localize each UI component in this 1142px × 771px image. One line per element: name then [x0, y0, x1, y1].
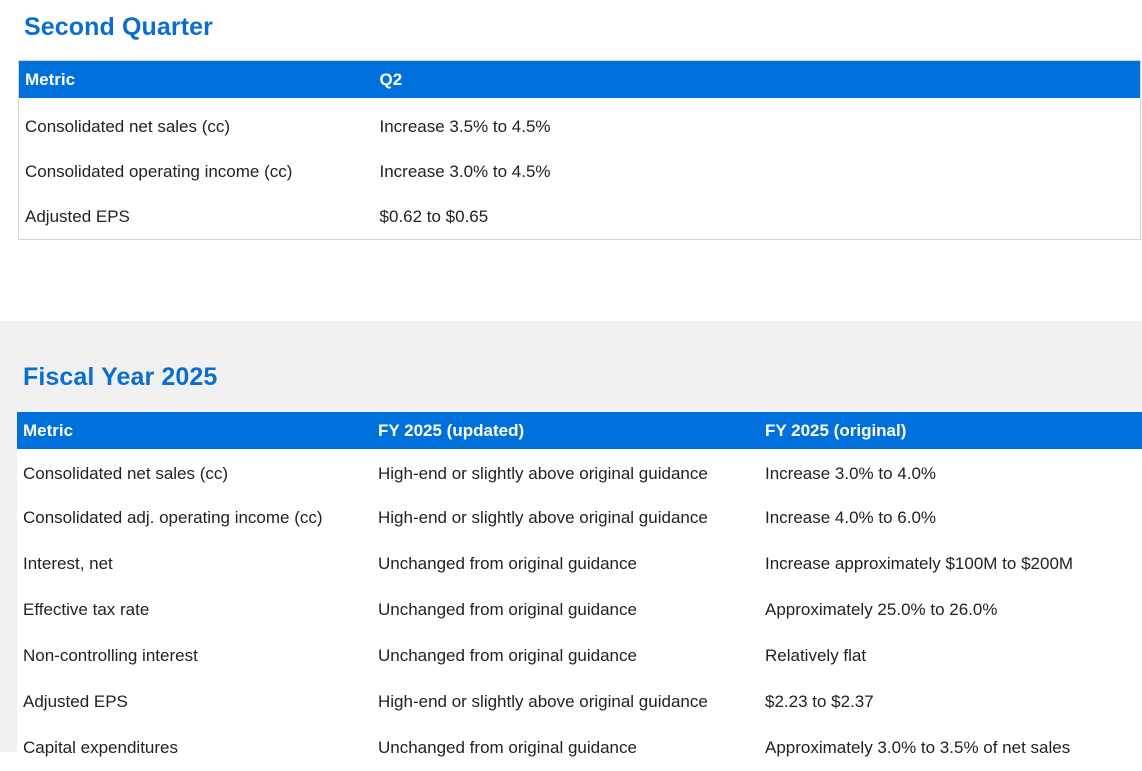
table-header-row: Metric Q2 — [18, 60, 1141, 98]
updated-cell: Unchanged from original guidance — [378, 554, 637, 573]
metric-cell: Effective tax rate — [23, 600, 150, 619]
updated-cell: High-end or slightly above original guid… — [378, 508, 708, 527]
table-row: Capital expenditures Unchanged from orig… — [17, 725, 1142, 771]
table-row: Consolidated adj. operating income (cc) … — [17, 495, 1142, 541]
metric-cell: Consolidated operating income (cc) — [25, 161, 293, 181]
original-cell: Increase approximately $100M to $200M — [765, 554, 1074, 573]
column-header-metric: Metric — [18, 60, 374, 98]
metric-cell: Consolidated net sales (cc) — [25, 116, 231, 136]
table-header-row: Metric FY 2025 (updated) FY 2025 (origin… — [17, 412, 1142, 449]
fiscal-year-table: Metric FY 2025 (updated) FY 2025 (origin… — [17, 412, 1142, 771]
metric-cell: Adjusted EPS — [25, 206, 130, 226]
column-header-fy-updated: FY 2025 (updated) — [372, 412, 759, 449]
updated-cell: High-end or slightly above original guid… — [378, 464, 708, 483]
second-quarter-section: Second Quarter Metric Q2 Consolidated ne… — [0, 0, 1142, 321]
updated-cell: Unchanged from original guidance — [378, 646, 637, 665]
column-header-q2: Q2 — [373, 60, 1141, 98]
original-cell: Approximately 25.0% to 26.0% — [765, 600, 998, 619]
value-cell: Increase 3.5% to 4.5% — [379, 116, 551, 136]
original-cell: Increase 3.0% to 4.0% — [765, 464, 937, 483]
second-quarter-heading: Second Quarter — [24, 13, 213, 41]
metric-cell: Capital expenditures — [23, 738, 178, 757]
fiscal-year-section: Fiscal Year 2025 Metric FY 2025 (updated… — [0, 321, 1142, 771]
second-quarter-table: Metric Q2 Consolidated net sales (cc) In… — [18, 60, 1141, 240]
table-row: Adjusted EPS $0.62 to $0.65 — [19, 194, 1141, 240]
column-header-fy-original: FY 2025 (original) — [759, 412, 1142, 449]
metric-cell: Adjusted EPS — [23, 692, 128, 711]
table-row: Consolidated operating income (cc) Incre… — [19, 149, 1141, 194]
table-row: Consolidated net sales (cc) Increase 3.5… — [19, 98, 1141, 149]
metric-cell: Consolidated adj. operating income (cc) — [23, 508, 323, 527]
updated-cell: High-end or slightly above original guid… — [378, 692, 708, 711]
column-header-metric: Metric — [17, 412, 372, 449]
metric-cell: Interest, net — [23, 554, 113, 573]
original-cell: Relatively flat — [765, 646, 867, 665]
updated-cell: Unchanged from original guidance — [378, 738, 637, 757]
table-row: Non-controlling interest Unchanged from … — [17, 633, 1142, 679]
table-row: Effective tax rate Unchanged from origin… — [17, 587, 1142, 633]
original-cell: Increase 4.0% to 6.0% — [765, 508, 937, 527]
table-row: Consolidated net sales (cc) High-end or … — [17, 449, 1142, 495]
table-row: Adjusted EPS High-end or slightly above … — [17, 679, 1142, 725]
value-cell: $0.62 to $0.65 — [379, 206, 489, 226]
table-row: Interest, net Unchanged from original gu… — [17, 541, 1142, 587]
original-cell: Approximately 3.0% to 3.5% of net sales — [765, 738, 1071, 757]
metric-cell: Consolidated net sales (cc) — [23, 464, 229, 483]
original-cell: $2.23 to $2.37 — [765, 692, 874, 711]
value-cell: Increase 3.0% to 4.5% — [379, 161, 551, 181]
metric-cell: Non-controlling interest — [23, 646, 198, 665]
fiscal-year-heading: Fiscal Year 2025 — [23, 363, 218, 391]
updated-cell: Unchanged from original guidance — [378, 600, 637, 619]
